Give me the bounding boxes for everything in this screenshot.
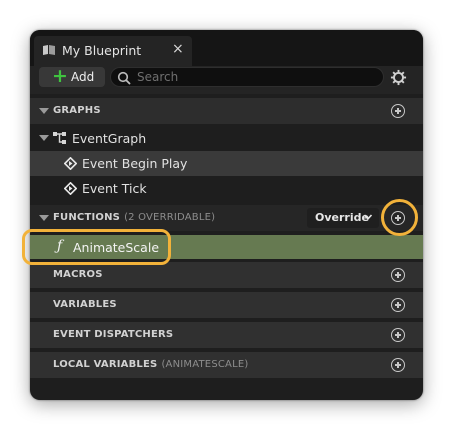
add-local-variable-icon[interactable] bbox=[391, 358, 405, 372]
section-event-dispatchers[interactable]: EVENT DISPATCHERS bbox=[30, 322, 423, 348]
add-macro-icon[interactable] bbox=[391, 268, 405, 282]
search-icon bbox=[117, 71, 131, 85]
section-local-variables[interactable]: LOCAL VARIABLES (ANIMATESCALE) bbox=[30, 352, 423, 378]
section-variables[interactable]: VARIABLES bbox=[30, 292, 423, 318]
tree-item-label: Event Tick bbox=[82, 181, 147, 196]
collapse-arrow-icon bbox=[39, 135, 49, 141]
gear-icon[interactable] bbox=[390, 69, 407, 86]
event-icon bbox=[64, 182, 77, 195]
close-icon[interactable]: × bbox=[172, 41, 184, 57]
event-icon bbox=[64, 157, 77, 170]
tree-item-eventgraph[interactable]: EventGraph bbox=[30, 126, 423, 151]
section-title: GRAPHS bbox=[53, 105, 101, 116]
add-variable-icon[interactable] bbox=[391, 298, 405, 312]
tab-title: My Blueprint bbox=[62, 43, 142, 58]
collapse-arrow-icon bbox=[39, 108, 49, 114]
tab-bar: My Blueprint × bbox=[30, 30, 423, 66]
section-title: FUNCTIONS (2 OVERRIDABLE) bbox=[53, 212, 215, 223]
tree-item-event-tick[interactable]: Event Tick bbox=[30, 176, 423, 201]
section-subtitle: (ANIMATESCALE) bbox=[161, 359, 249, 370]
my-blueprint-panel: My Blueprint × + Add Search GRAPHS Event… bbox=[30, 30, 423, 400]
override-label: Override bbox=[315, 211, 369, 224]
collapse-arrow-icon bbox=[39, 215, 49, 221]
section-title: EVENT DISPATCHERS bbox=[53, 329, 174, 340]
blueprint-icon bbox=[43, 45, 55, 55]
section-graphs[interactable]: GRAPHS bbox=[30, 98, 423, 124]
search-input[interactable] bbox=[137, 69, 377, 85]
section-title-text: LOCAL VARIABLES bbox=[53, 359, 158, 370]
section-title: LOCAL VARIABLES (ANIMATESCALE) bbox=[53, 359, 249, 370]
tab-my-blueprint[interactable]: My Blueprint × bbox=[34, 36, 192, 66]
tree-item-label: Event Begin Play bbox=[82, 156, 188, 171]
section-title: VARIABLES bbox=[53, 299, 117, 310]
section-title-text: FUNCTIONS bbox=[53, 212, 121, 223]
search-box bbox=[110, 67, 384, 87]
add-button[interactable]: + Add bbox=[39, 65, 105, 87]
toolbar: + Add bbox=[30, 65, 423, 94]
section-subtitle: (2 OVERRIDABLE) bbox=[124, 212, 216, 223]
function-icon: ƒ bbox=[57, 238, 63, 254]
add-button-label: Add bbox=[71, 70, 95, 84]
plus-icon: + bbox=[52, 65, 68, 87]
section-functions[interactable]: FUNCTIONS (2 OVERRIDABLE) Override bbox=[30, 205, 423, 231]
add-event-dispatcher-icon[interactable] bbox=[391, 328, 405, 342]
section-title: MACROS bbox=[53, 269, 103, 280]
tree-item-event-begin-play[interactable]: Event Begin Play bbox=[30, 151, 423, 176]
graph-icon bbox=[53, 132, 66, 144]
function-item-animatescale[interactable]: ƒ AnimateScale bbox=[30, 235, 423, 259]
chevron-down-icon bbox=[363, 214, 373, 220]
tree-item-label: EventGraph bbox=[72, 131, 147, 146]
add-function-icon[interactable] bbox=[391, 211, 405, 225]
section-macros[interactable]: MACROS bbox=[30, 262, 423, 288]
override-dropdown[interactable]: Override bbox=[307, 208, 379, 228]
function-label: AnimateScale bbox=[73, 240, 160, 255]
add-graph-icon[interactable] bbox=[391, 104, 405, 118]
